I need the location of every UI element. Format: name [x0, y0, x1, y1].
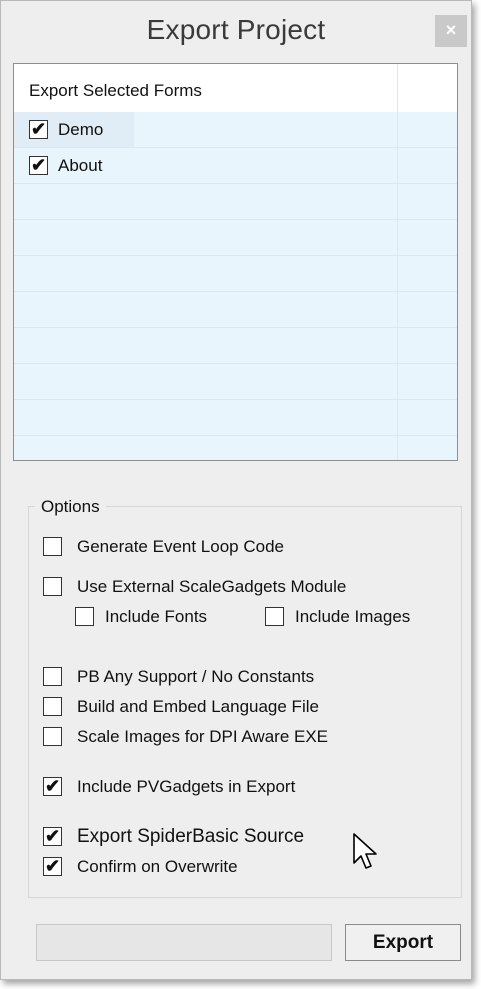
options-legend: Options — [35, 497, 106, 517]
scale-images-dpi-label: Scale Images for DPI Aware EXE — [77, 727, 329, 746]
confirm-overwrite-checkbox[interactable]: ✔ — [43, 856, 62, 876]
list-item-about[interactable]: ✔ About — [14, 148, 134, 183]
title-bar: Export Project × — [1, 1, 471, 63]
list-item-label: About — [58, 156, 103, 175]
include-fonts-label: Include Fonts — [105, 607, 208, 626]
export-spiderbasic-label: Export SpiderBasic Source — [77, 826, 305, 847]
check-mark-icon: ✔ — [44, 826, 61, 846]
forms-list[interactable]: Export Selected Forms ✔ Demo ✔ About — [13, 63, 458, 461]
list-item-label: Demo — [58, 120, 104, 139]
include-images-label: Include Images — [295, 607, 411, 626]
dialog-title: Export Project — [146, 14, 326, 45]
scale-images-dpi-checkbox[interactable] — [43, 727, 62, 746]
include-images-checkbox[interactable] — [265, 607, 284, 626]
include-pvgadgets-checkbox[interactable]: ✔ — [43, 776, 62, 796]
list-body: ✔ Demo ✔ About — [14, 112, 457, 460]
export-button[interactable]: Export — [345, 924, 461, 961]
check-mark-icon: ✔ — [44, 856, 61, 876]
close-button[interactable]: × — [435, 15, 467, 47]
list-item-demo[interactable]: ✔ Demo — [14, 112, 134, 147]
check-mark-icon: ✔ — [44, 776, 61, 796]
pb-any-support-checkbox[interactable] — [43, 667, 62, 686]
check-mark-icon: ✔ — [30, 155, 47, 175]
include-fonts-checkbox[interactable] — [75, 607, 94, 626]
mouse-pointer-icon — [353, 833, 377, 869]
confirm-overwrite-label: Confirm on Overwrite — [77, 857, 238, 876]
status-field — [36, 924, 332, 961]
column-divider — [397, 112, 398, 460]
generate-event-loop-label: Generate Event Loop Code — [77, 537, 284, 556]
include-pvgadgets-label: Include PVGadgets in Export — [77, 777, 296, 796]
column-header-forms: Export Selected Forms — [29, 81, 202, 100]
export-spiderbasic-checkbox[interactable]: ✔ — [43, 826, 62, 846]
check-mark-icon: ✔ — [30, 119, 47, 139]
demo-checkbox[interactable]: ✔ — [29, 119, 48, 139]
build-language-file-label: Build and Embed Language File — [77, 697, 319, 716]
pb-any-support-label: PB Any Support / No Constants — [77, 667, 315, 686]
export-project-dialog: Export Project × Export Selected Forms ✔… — [0, 0, 472, 980]
list-header: Export Selected Forms — [14, 64, 457, 113]
use-external-scalegadgets-label: Use External ScaleGadgets Module — [77, 577, 347, 596]
about-checkbox[interactable]: ✔ — [29, 155, 48, 175]
column-divider — [397, 64, 398, 112]
use-external-scalegadgets-checkbox[interactable] — [43, 577, 62, 596]
build-language-file-checkbox[interactable] — [43, 697, 62, 716]
generate-event-loop-checkbox[interactable] — [43, 537, 62, 556]
